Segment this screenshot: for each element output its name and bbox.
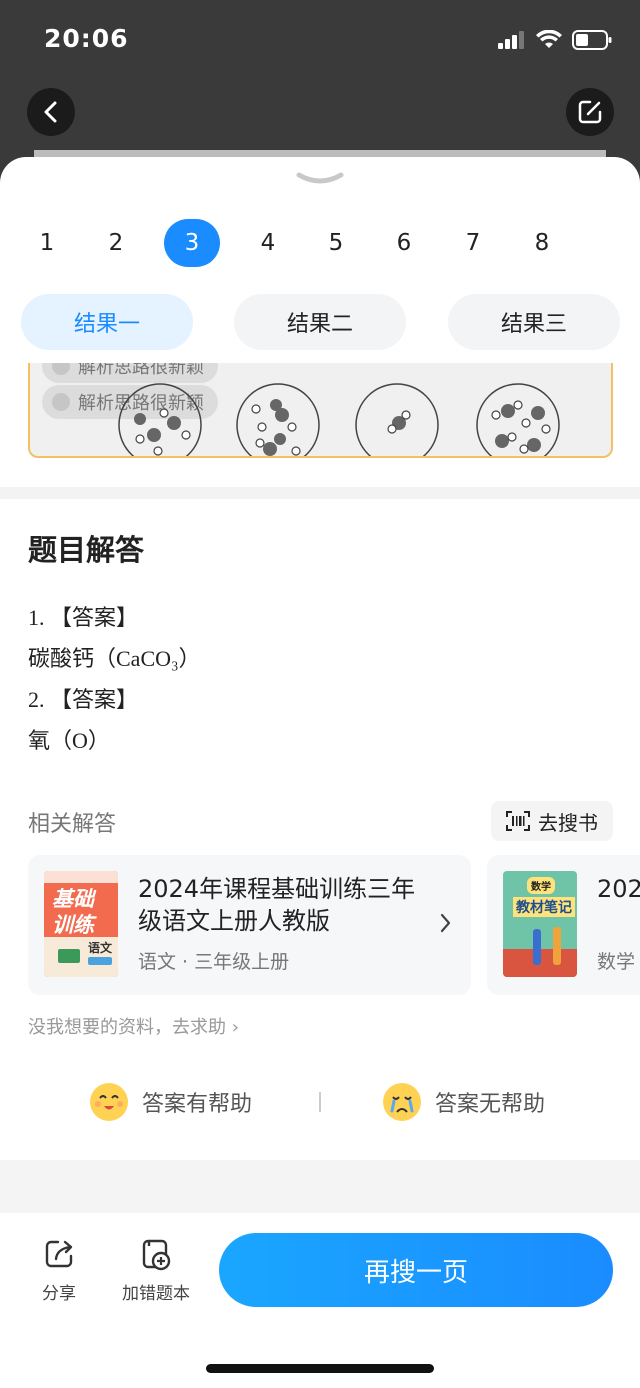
cover-tag: 数学 (527, 877, 555, 894)
search-book-button[interactable]: 去搜书 (491, 801, 613, 841)
search-again-button[interactable]: 再搜一页 (219, 1233, 613, 1307)
chevron-down-icon (296, 172, 344, 184)
question-image-preview[interactable]: 解析思路很新颖 解析思路很新颖 (28, 363, 613, 458)
notebook-add-icon (142, 1239, 171, 1271)
home-indicator (206, 1364, 434, 1373)
page-number-8[interactable]: 8 (514, 219, 570, 267)
share-icon (45, 1240, 73, 1268)
helpful-label: 答案有帮助 (142, 1092, 253, 1117)
share-button[interactable]: 分享 (42, 1237, 76, 1304)
page-selector: 1 2 3 4 5 6 7 8 (0, 219, 640, 267)
page-number-2[interactable]: 2 (88, 219, 144, 267)
bottom-action-bar: 分享 加错题本 再搜一页 (0, 1213, 640, 1388)
sheet-handle[interactable] (296, 171, 344, 191)
content-bottom-spacer (0, 1160, 640, 1213)
answer-line-3: 2. 【答案】 (28, 687, 139, 712)
answer-line-2: 碳酸钙（CaCO₃） (28, 646, 201, 671)
page-number-4[interactable]: 4 (240, 219, 296, 267)
share-label: 分享 (42, 1284, 76, 1304)
request-help-link[interactable]: 没我想要的资料，去求助 › (28, 1013, 239, 1039)
cover-text-2: 训练 (52, 913, 94, 937)
answer-line-1: 1. 【答案】 (28, 605, 139, 630)
section-divider (0, 487, 640, 499)
back-button[interactable] (27, 88, 75, 136)
book-subtitle-2: 数学 · 三年级上册 (597, 951, 640, 973)
page-number-7[interactable]: 7 (445, 219, 501, 267)
search-book-label: 去搜书 (538, 810, 598, 835)
answer-content: 1. 【答案】 碳酸钙（CaCO₃） 2. 【答案】 氧（O） (28, 597, 201, 761)
add-wrong-question-button[interactable]: 加错题本 (122, 1237, 190, 1304)
edit-icon (578, 100, 602, 124)
answer-line-4: 氧（O） (28, 728, 110, 753)
related-section-title: 相关解答 (28, 812, 117, 837)
page-number-6[interactable]: 6 (376, 219, 432, 267)
signal-icon (498, 31, 524, 49)
book-subtitle: 语文 · 三年级上册 (138, 951, 290, 973)
chevron-left-icon (44, 101, 57, 123)
molecule-diagram (118, 383, 560, 456)
page-number-1[interactable]: 1 (19, 219, 75, 267)
tab-result-2[interactable]: 结果二 (234, 294, 406, 350)
happy-face-icon (90, 1083, 128, 1121)
edit-button[interactable] (566, 88, 614, 136)
result-sheet: 1 2 3 4 5 6 7 8 结果一 结果二 结果三 解析思路很新颖 解析思路… (0, 157, 640, 1388)
book-title: 2024年课程基础训练三年级语文上册人教版 (138, 875, 416, 935)
page-number-5[interactable]: 5 (308, 219, 364, 267)
book-title-2: 2024年教材笔记三 (597, 875, 640, 903)
feedback-divider (319, 1092, 321, 1112)
answer-section-title: 题目解答 (28, 533, 145, 567)
page-number-3-active[interactable]: 3 (164, 219, 220, 267)
cover-subject: 语文 (88, 941, 113, 955)
add-wrong-label: 加错题本 (122, 1284, 190, 1304)
chevron-right-icon (440, 913, 451, 933)
barcode-scan-icon (506, 811, 530, 831)
tab-result-3[interactable]: 结果三 (448, 294, 620, 350)
helpful-button[interactable]: 答案有帮助 (90, 1079, 252, 1125)
status-bar: 20:06 (0, 0, 640, 80)
related-book-card[interactable]: 基础 训练 语文 2024年课程基础训练三年级语文上册人教版 语文 · 三年级上… (28, 855, 471, 995)
book-cover: 基础 训练 语文 (44, 871, 118, 977)
tab-result-1[interactable]: 结果一 (21, 294, 193, 350)
wifi-icon (536, 30, 562, 48)
status-time: 20:06 (44, 24, 129, 53)
related-book-card-2[interactable]: 数学 教材笔记 2024年教材笔记三 数学 · 三年级上册 (487, 855, 640, 995)
not-helpful-label: 答案无帮助 (435, 1092, 546, 1117)
crying-face-icon (383, 1083, 421, 1121)
book-cover-2: 数学 教材笔记 (503, 871, 577, 977)
result-tabs: 结果一 结果二 结果三 (21, 294, 621, 350)
cover-text: 教材笔记 (513, 897, 575, 917)
not-helpful-button[interactable]: 答案无帮助 (383, 1079, 545, 1125)
status-icons (498, 30, 612, 50)
battery-icon (572, 30, 612, 50)
